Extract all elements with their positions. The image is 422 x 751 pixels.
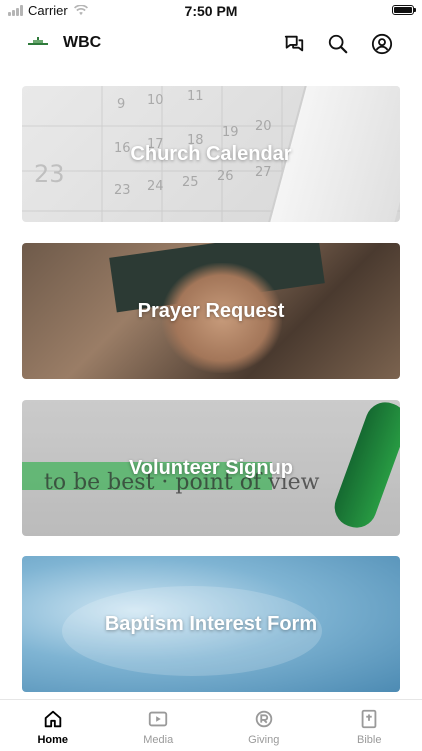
tab-label: Giving: [248, 734, 279, 746]
giving-icon: [253, 708, 275, 730]
svg-text:19: 19: [222, 125, 239, 140]
card-title: Volunteer Signup: [129, 457, 293, 480]
tab-label: Bible: [357, 734, 381, 746]
search-icon[interactable]: [326, 32, 350, 56]
svg-text:25: 25: [182, 175, 199, 190]
svg-text:16: 16: [114, 141, 131, 156]
svg-text:10: 10: [147, 93, 164, 108]
tab-home[interactable]: Home: [0, 700, 106, 751]
chat-icon[interactable]: [282, 32, 306, 56]
svg-text:27: 27: [255, 165, 272, 180]
status-time: 7:50 PM: [0, 3, 422, 19]
app-brand: WBC: [63, 34, 101, 52]
svg-text:26: 26: [217, 169, 234, 184]
home-icon: [42, 708, 64, 730]
tab-bible[interactable]: Bible: [317, 700, 422, 751]
prayer-request-card[interactable]: Prayer Request: [22, 243, 400, 379]
baptism-interest-card[interactable]: Baptism Interest Form: [22, 556, 400, 692]
svg-text:24: 24: [147, 179, 164, 194]
app-header: WBC: [0, 22, 422, 66]
svg-text:9: 9: [117, 97, 125, 112]
card-title: Prayer Request: [138, 300, 285, 323]
svg-text:11: 11: [187, 89, 204, 104]
tab-label: Media: [143, 734, 173, 746]
card-title: Church Calendar: [130, 143, 291, 166]
svg-text:23: 23: [34, 160, 65, 188]
church-logo: [28, 37, 48, 47]
tab-media[interactable]: Media: [106, 700, 212, 751]
media-icon: [147, 708, 169, 730]
tab-bar: Home Media Giving Bible: [0, 699, 422, 751]
svg-text:23: 23: [114, 183, 131, 198]
battery-icon: [392, 5, 414, 15]
church-calendar-card[interactable]: 91011 1617181920 2324252627 23 24 Church…: [22, 86, 400, 222]
bible-icon: [358, 708, 380, 730]
card-title: Baptism Interest Form: [105, 613, 317, 636]
account-icon[interactable]: [370, 32, 394, 56]
volunteer-signup-card[interactable]: to be best · point of view Volunteer Sig…: [22, 400, 400, 536]
tab-giving[interactable]: Giving: [211, 700, 317, 751]
svg-text:20: 20: [255, 119, 272, 134]
tab-label: Home: [37, 734, 68, 746]
status-bar: Carrier 7:50 PM: [0, 0, 422, 22]
